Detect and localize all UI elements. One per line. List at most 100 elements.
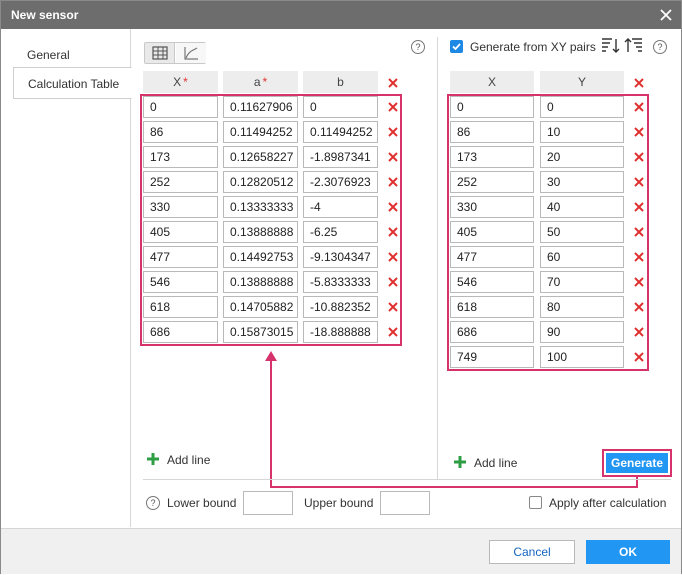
ok-button[interactable]: OK xyxy=(586,540,670,564)
xy-y-input[interactable]: 60 xyxy=(540,246,624,268)
lower-bound-label: Lower bound xyxy=(167,496,237,510)
xy-y-input[interactable]: 70 xyxy=(540,271,624,293)
tab-calculation-table[interactable]: Calculation Table xyxy=(13,67,132,99)
xy-y-input[interactable]: 0 xyxy=(540,96,624,118)
xy-x-input[interactable]: 86 xyxy=(450,121,534,143)
xy-x-input[interactable]: 0 xyxy=(450,96,534,118)
a-value-input[interactable]: 0.14705882 xyxy=(223,296,298,318)
delete-row-icon[interactable] xyxy=(633,101,645,113)
xy-x-input[interactable]: 546 xyxy=(450,271,534,293)
delete-row-icon[interactable] xyxy=(387,176,399,188)
a-value-input[interactable]: 0.11627906 xyxy=(223,96,298,118)
a-value-input[interactable]: 0.12658227 xyxy=(223,146,298,168)
lower-bound-input[interactable] xyxy=(243,491,293,515)
x-value-input[interactable]: 546 xyxy=(143,271,218,293)
x-value-input[interactable]: 173 xyxy=(143,146,218,168)
delete-row-icon[interactable] xyxy=(633,251,645,263)
b-value-input[interactable]: -2.3076923 xyxy=(303,171,378,193)
xy-y-input[interactable]: 10 xyxy=(540,121,624,143)
xy-y-input[interactable]: 100 xyxy=(540,346,624,368)
delete-row-icon[interactable] xyxy=(633,176,645,188)
a-value-input[interactable]: 0.13888888 xyxy=(223,271,298,293)
xy-x-input[interactable]: 330 xyxy=(450,196,534,218)
delete-row-icon[interactable] xyxy=(387,251,399,263)
xy-x-input[interactable]: 618 xyxy=(450,296,534,318)
apply-after-calculation-label: Apply after calculation xyxy=(549,496,667,510)
delete-row-icon[interactable] xyxy=(387,126,399,138)
a-value-input[interactable]: 0.14492753 xyxy=(223,246,298,268)
delete-row-icon[interactable] xyxy=(387,101,399,113)
footer: Cancel OK xyxy=(1,528,681,574)
delete-row-icon[interactable] xyxy=(633,351,645,363)
x-value-input[interactable]: 686 xyxy=(143,321,218,343)
sort-ascending-icon[interactable] xyxy=(623,38,643,54)
column-header-x: X xyxy=(450,71,534,93)
b-value-input[interactable]: -9.1304347 xyxy=(303,246,378,268)
apply-after-calculation-checkbox[interactable] xyxy=(529,496,542,509)
a-value-input[interactable]: 0.15873015 xyxy=(223,321,298,343)
delete-row-icon[interactable] xyxy=(387,326,399,338)
xy-x-input[interactable]: 405 xyxy=(450,221,534,243)
delete-row-icon[interactable] xyxy=(387,226,399,238)
x-value-input[interactable]: 330 xyxy=(143,196,218,218)
x-value-input[interactable]: 477 xyxy=(143,246,218,268)
chart-view-button[interactable] xyxy=(176,43,206,63)
x-value-input[interactable]: 405 xyxy=(143,221,218,243)
a-value-input[interactable]: 0.11494252 xyxy=(223,121,298,143)
xy-y-input[interactable]: 90 xyxy=(540,321,624,343)
x-value-input[interactable]: 618 xyxy=(143,296,218,318)
b-value-input[interactable]: -1.8987341 xyxy=(303,146,378,168)
xy-y-input[interactable]: 30 xyxy=(540,171,624,193)
b-value-input[interactable]: 0 xyxy=(303,96,378,118)
add-line-button-calc[interactable]: Add line xyxy=(146,451,226,469)
delete-row-icon[interactable] xyxy=(387,151,399,163)
delete-row-icon[interactable] xyxy=(633,126,645,138)
b-value-input[interactable]: -4 xyxy=(303,196,378,218)
add-line-button-xy[interactable]: Add line xyxy=(453,454,533,472)
b-value-input[interactable]: -10.882352 xyxy=(303,296,378,318)
xy-y-input[interactable]: 20 xyxy=(540,146,624,168)
a-value-input[interactable]: 0.13888888 xyxy=(223,221,298,243)
delete-row-icon[interactable] xyxy=(633,276,645,288)
delete-all-icon[interactable] xyxy=(633,77,645,89)
column-header-x: X * xyxy=(143,71,218,93)
generate-button[interactable]: Generate xyxy=(606,453,668,473)
delete-all-icon[interactable] xyxy=(387,77,399,89)
delete-row-icon[interactable] xyxy=(387,201,399,213)
sort-descending-icon[interactable] xyxy=(601,38,621,54)
a-value-input[interactable]: 0.12820512 xyxy=(223,171,298,193)
delete-row-icon[interactable] xyxy=(387,301,399,313)
x-value-input[interactable]: 0 xyxy=(143,96,218,118)
delete-row-icon[interactable] xyxy=(387,276,399,288)
a-value-input[interactable]: 0.13333333 xyxy=(223,196,298,218)
xy-y-input[interactable]: 80 xyxy=(540,296,624,318)
xy-x-input[interactable]: 252 xyxy=(450,171,534,193)
x-value-input[interactable]: 252 xyxy=(143,171,218,193)
b-value-input[interactable]: -5.8333333 xyxy=(303,271,378,293)
delete-row-icon[interactable] xyxy=(633,201,645,213)
delete-row-icon[interactable] xyxy=(633,226,645,238)
help-icon[interactable]: ? xyxy=(411,40,425,54)
xy-y-input[interactable]: 50 xyxy=(540,221,624,243)
xy-x-input[interactable]: 749 xyxy=(450,346,534,368)
help-icon[interactable]: ? xyxy=(146,496,160,510)
xy-x-input[interactable]: 477 xyxy=(450,246,534,268)
generate-from-xy-checkbox[interactable] xyxy=(450,40,463,53)
upper-bound-input[interactable] xyxy=(380,491,430,515)
close-icon[interactable] xyxy=(657,6,675,24)
x-value-input[interactable]: 86 xyxy=(143,121,218,143)
cancel-button[interactable]: Cancel xyxy=(489,540,575,564)
delete-row-icon[interactable] xyxy=(633,151,645,163)
b-value-input[interactable]: 0.11494252 xyxy=(303,121,378,143)
help-icon[interactable]: ? xyxy=(653,40,667,54)
delete-row-icon[interactable] xyxy=(633,301,645,313)
b-value-input[interactable]: -18.888888 xyxy=(303,321,378,343)
delete-row-icon[interactable] xyxy=(633,326,645,338)
chart-view-icon xyxy=(184,47,198,60)
xy-y-input[interactable]: 40 xyxy=(540,196,624,218)
table-view-button[interactable] xyxy=(145,43,175,63)
b-value-input[interactable]: -6.25 xyxy=(303,221,378,243)
tab-label: Calculation Table xyxy=(28,77,120,91)
xy-x-input[interactable]: 173 xyxy=(450,146,534,168)
xy-x-input[interactable]: 686 xyxy=(450,321,534,343)
